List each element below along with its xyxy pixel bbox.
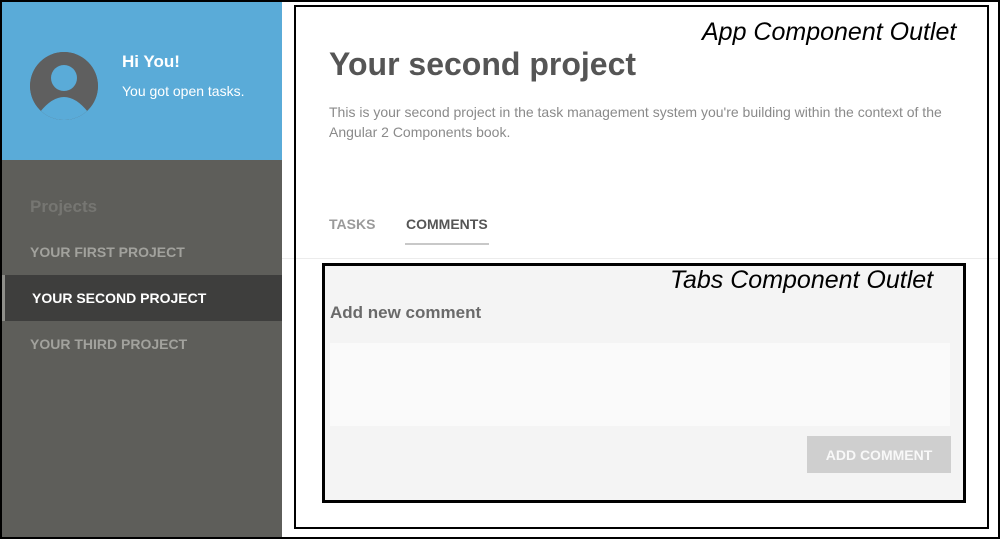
comment-input[interactable] <box>330 343 950 426</box>
sidebar-item-label: YOUR FIRST PROJECT <box>30 244 185 260</box>
sidebar-item-label: YOUR SECOND PROJECT <box>32 290 207 306</box>
sidebar-item-first-project[interactable]: YOUR FIRST PROJECT <box>2 229 282 275</box>
profile-greeting: Hi You! <box>122 52 180 71</box>
sidebar-item-label: YOUR THIRD PROJECT <box>30 336 188 352</box>
project-description: This is your second project in the task … <box>329 104 942 140</box>
profile-message: You got open tasks. <box>122 83 245 99</box>
user-silhouette-icon <box>30 52 98 120</box>
projects-heading: Projects <box>30 197 98 216</box>
tabs-divider <box>282 258 998 259</box>
avatar <box>30 52 98 120</box>
comment-heading: Add new comment <box>330 303 482 322</box>
add-comment-button[interactable]: ADD COMMENT <box>807 436 951 473</box>
page-title: Your second project <box>329 46 637 82</box>
tabs-component-outlet-label: Tabs Component Outlet <box>670 266 934 294</box>
tab-comments[interactable]: COMMENTS <box>406 216 488 232</box>
app-component-outlet-label: App Component Outlet <box>702 18 957 46</box>
profile-panel <box>2 2 282 160</box>
tab-tasks[interactable]: TASKS <box>329 216 375 232</box>
active-tab-indicator <box>405 243 489 245</box>
sidebar-item-second-project[interactable]: YOUR SECOND PROJECT <box>2 275 282 321</box>
sidebar-item-third-project[interactable]: YOUR THIRD PROJECT <box>2 321 282 367</box>
